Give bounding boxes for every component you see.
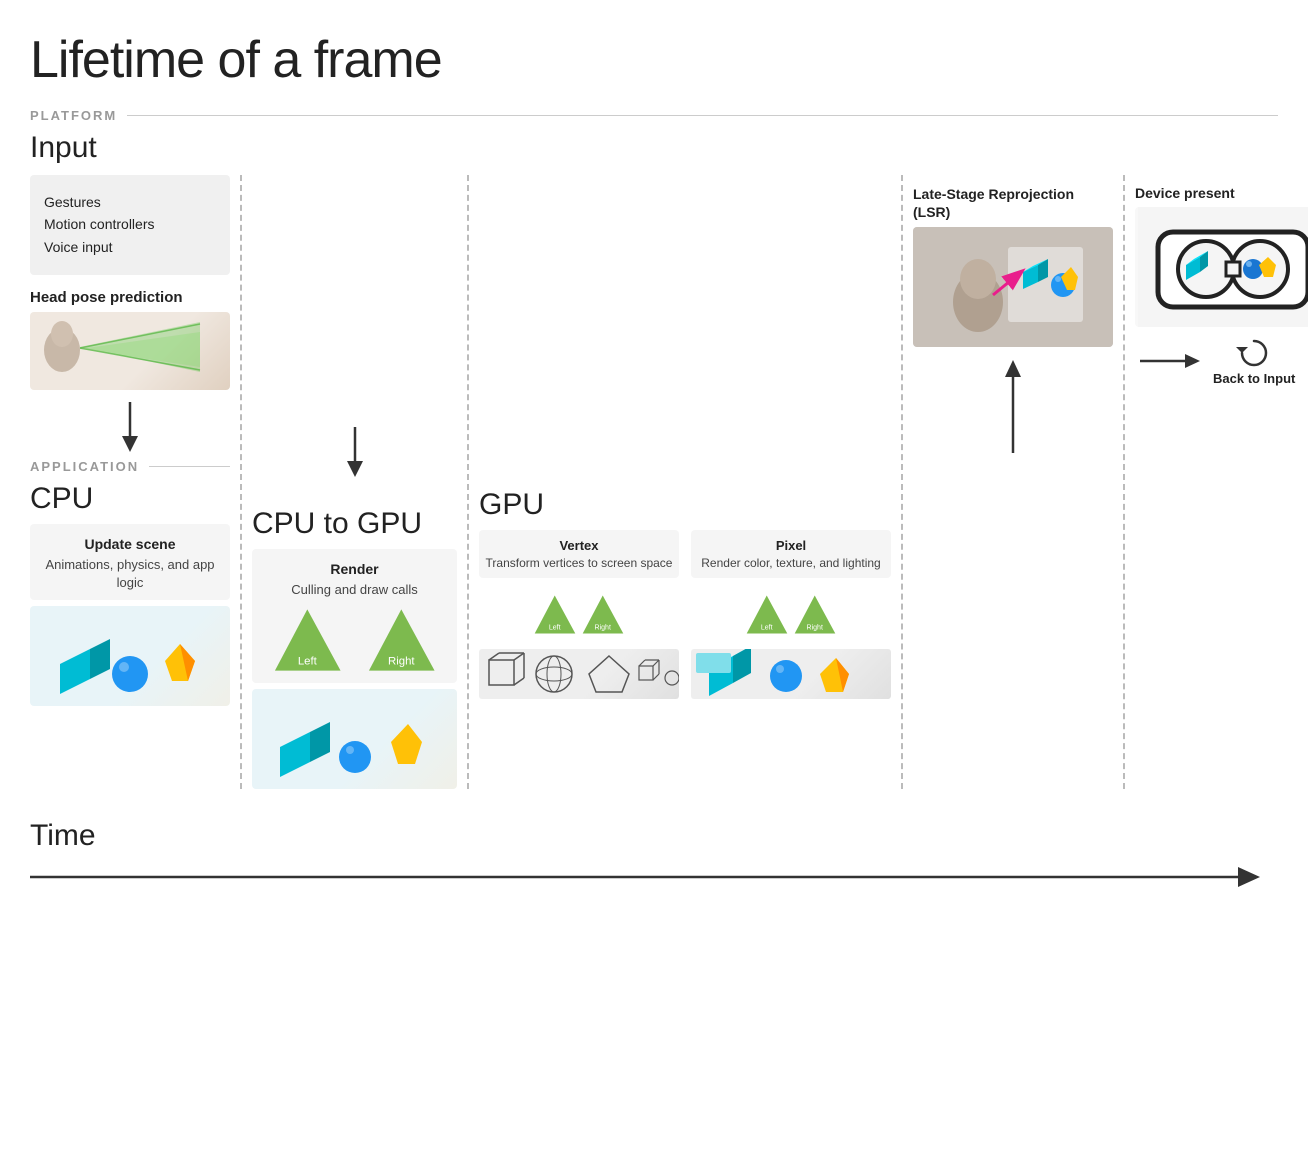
gpu-cards-row: Vertex Transform vertices to screen spac… [479, 530, 891, 578]
svg-text:Left: Left [761, 624, 773, 631]
update-scene-card: Update scene Animations, physics, and ap… [30, 524, 230, 600]
render-card: Render Culling and draw calls Left Right [252, 549, 457, 683]
scene-objects-cpugpu [252, 689, 457, 789]
pixel-card: Pixel Render color, texture, and lightin… [691, 530, 891, 578]
gpu-triangles-row: Left Right Left Right [479, 582, 891, 647]
pixel-title: Pixel [697, 538, 885, 553]
svg-text:Right: Right [388, 656, 415, 668]
time-arrow-line [30, 857, 1278, 897]
render-title: Render [262, 561, 447, 577]
divider-lsr-device [1123, 175, 1125, 789]
arrow-up-lsr [913, 347, 1113, 463]
col-lsr: Late-Stage Reprojection (LSR) [913, 175, 1113, 486]
input-item-voice: Voice input [44, 236, 216, 258]
col-device: Device present [1135, 175, 1308, 419]
cpu-col-title: CPU [30, 482, 230, 516]
input-item-motion: Motion controllers [44, 213, 216, 235]
input-item-gestures: Gestures [44, 191, 216, 213]
platform-section-label: PLATFORM [30, 108, 1278, 123]
spacer-gpu-top [479, 175, 891, 465]
gpu-obj-gap [683, 649, 687, 699]
arrow-down-cpu [30, 390, 230, 459]
application-section-label: APPLICATION [30, 459, 230, 474]
col-cpu-gpu: APPLICATION CPU to GPU Render Culling an… [252, 175, 457, 789]
time-label: Time [30, 819, 1278, 853]
vertex-triangles: Left Right [479, 582, 679, 647]
main-wrapper: Lifetime of a frame PLATFORM Input Gestu… [30, 30, 1278, 897]
pixel-triangles: Left Right [691, 582, 891, 647]
gpu-tri-gap [683, 582, 687, 647]
svg-text:Left: Left [298, 656, 318, 668]
columns-area: Gestures Motion controllers Voice input … [30, 175, 1278, 789]
gpu-col-title: GPU [479, 488, 891, 522]
triangle-left-cpugpu: Left [262, 605, 354, 675]
spacer-cpugpu-top [252, 175, 457, 415]
vertex-objects [479, 649, 679, 699]
lsr-title: Late-Stage Reprojection (LSR) [913, 185, 1113, 221]
col-gpu: APPLICATION GPU Vertex Transform vertice… [479, 175, 891, 699]
back-to-input-row: Back to Input [1135, 327, 1308, 396]
pixel-desc: Render color, texture, and lighting [697, 556, 885, 572]
input-section-title: Input [30, 131, 1278, 165]
render-triangles: Left Right [262, 605, 447, 675]
vertex-card: Vertex Transform vertices to screen spac… [479, 530, 679, 578]
head-pose-label-1: Head pose prediction [30, 289, 230, 306]
head-pose-image-1 [30, 312, 230, 390]
back-to-input-section: Back to Input [1213, 335, 1295, 388]
update-scene-title: Update scene [40, 536, 220, 552]
render-desc: Culling and draw calls [262, 581, 447, 599]
back-to-input-label: Back to Input [1213, 371, 1295, 388]
device-image [1135, 207, 1308, 327]
time-row: Time [30, 819, 1278, 897]
svg-text:Right: Right [807, 624, 823, 631]
divider-cpugpu-gpu [467, 175, 469, 789]
lsr-image [913, 227, 1113, 347]
divider-cpu-cpugpu [240, 175, 242, 789]
gpu-objects-row [479, 649, 891, 699]
scene-objects-cpu [30, 606, 230, 706]
triangle-right-cpugpu: Right [356, 605, 448, 675]
vertex-title: Vertex [485, 538, 673, 553]
svg-text:Right: Right [595, 624, 611, 631]
col-cpu: Gestures Motion controllers Voice input … [30, 175, 230, 706]
arrow-down-cpugpu [252, 415, 457, 484]
divider-gpu-lsr [901, 175, 903, 789]
device-present-title: Device present [1135, 185, 1308, 201]
pixel-objects [691, 649, 891, 699]
gpu-card-gap [683, 530, 687, 578]
cpu-gpu-col-title: CPU to GPU [252, 507, 457, 541]
update-scene-desc: Animations, physics, and app logic [40, 556, 220, 592]
input-box: Gestures Motion controllers Voice input [30, 175, 230, 275]
svg-text:Left: Left [549, 624, 561, 631]
vertex-desc: Transform vertices to screen space [485, 556, 673, 572]
page-title: Lifetime of a frame [30, 30, 1278, 90]
